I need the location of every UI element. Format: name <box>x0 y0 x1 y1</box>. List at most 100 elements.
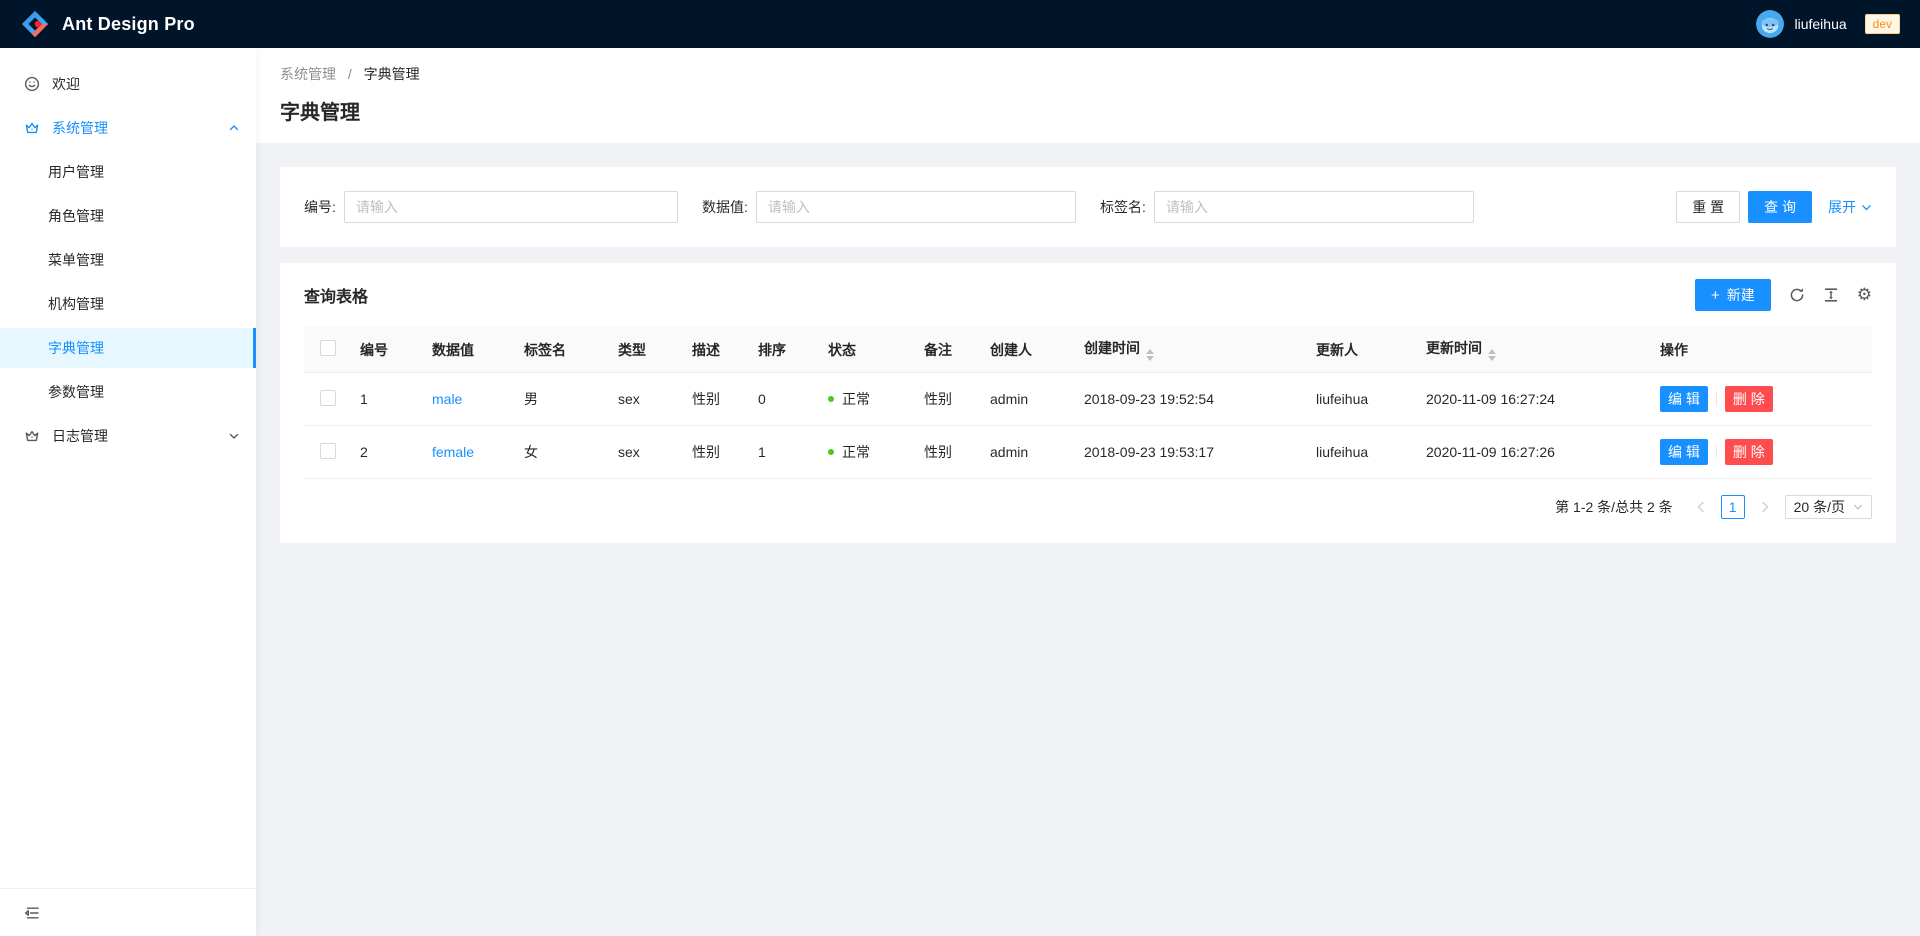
next-page-icon[interactable] <box>1753 495 1777 519</box>
page-number[interactable]: 1 <box>1721 495 1745 519</box>
field-label: 标签名: <box>1100 197 1146 217</box>
cell-creator: admin <box>982 426 1076 479</box>
density-icon[interactable] <box>1823 287 1839 303</box>
table-title: 查询表格 <box>304 283 368 307</box>
page-size-select[interactable]: 20 条/页 <box>1785 495 1872 519</box>
user-name[interactable]: liufeihua <box>1794 16 1846 32</box>
breadcrumb-parent[interactable]: 系统管理 <box>280 66 336 82</box>
cell-desc: 性别 <box>684 426 750 479</box>
field-label: 数据值: <box>702 197 748 217</box>
page-title: 字典管理 <box>280 96 1896 125</box>
status-badge: 正常 <box>828 442 870 462</box>
new-button[interactable]: + 新建 <box>1695 279 1771 311</box>
id-input[interactable] <box>344 191 678 223</box>
sidebar-item-dict-management[interactable]: 字典管理 <box>0 328 256 368</box>
crown-icon <box>24 428 40 444</box>
cell-create-time: 2018-09-23 19:52:54 <box>1076 373 1308 426</box>
pagination-total: 第 1-2 条/总共 2 条 <box>1555 497 1672 517</box>
field-label: 编号: <box>304 197 336 217</box>
status-dot-icon <box>828 449 834 455</box>
reload-icon[interactable] <box>1789 287 1805 303</box>
column-header-create-time: 创建时间 <box>1076 327 1308 373</box>
plus-icon: + <box>1711 288 1720 303</box>
delete-button[interactable]: 删 除 <box>1725 439 1773 465</box>
search-actions: 重 置 查 询 展开 <box>1498 191 1872 223</box>
chevron-up-icon <box>228 122 240 134</box>
search-field-value: 数据值: <box>702 191 1100 223</box>
cell-updater: liufeihua <box>1308 373 1418 426</box>
sidebar-item-label: 菜单管理 <box>48 250 104 270</box>
status-dot-icon <box>828 396 834 402</box>
search-field-id: 编号: <box>304 191 702 223</box>
settings-icon[interactable]: ⚙ <box>1857 287 1872 304</box>
column-header-tag: 标签名 <box>516 327 610 373</box>
action-divider <box>1716 392 1717 406</box>
column-header-updater: 更新人 <box>1308 327 1418 373</box>
sidebar-item-label: 字典管理 <box>48 338 104 358</box>
edit-button[interactable]: 编 辑 <box>1660 439 1708 465</box>
chevron-down-icon <box>1861 202 1872 213</box>
prev-page-icon[interactable] <box>1689 495 1713 519</box>
value-link[interactable]: female <box>432 444 474 460</box>
column-header-sort: 排序 <box>750 327 820 373</box>
value-link[interactable]: male <box>432 391 462 407</box>
value-input[interactable] <box>756 191 1076 223</box>
select-all-checkbox[interactable] <box>320 340 336 356</box>
sidebar-item-label: 日志管理 <box>52 426 108 446</box>
sidebar-item-system-management[interactable]: 系统管理 <box>0 108 256 148</box>
cell-id: 1 <box>352 373 424 426</box>
sidebar-item-param-management[interactable]: 参数管理 <box>0 372 256 412</box>
ant-design-logo-icon <box>20 9 50 39</box>
sidebar-item-welcome[interactable]: 欢迎 <box>0 64 256 104</box>
content-body: 编号: 数据值: 标签名: 重 置 查 询 展开 <box>256 143 1920 567</box>
header-user-area[interactable]: liufeihua dev <box>1756 10 1900 38</box>
column-header-status: 状态 <box>820 327 916 373</box>
column-header-desc: 描述 <box>684 327 750 373</box>
column-header-remark: 备注 <box>916 327 982 373</box>
main-content: 系统管理 / 字典管理 字典管理 编号: 数据值: 标签名: <box>256 0 1920 567</box>
menu-collapse-icon[interactable] <box>24 905 40 921</box>
status-label: 正常 <box>842 389 870 409</box>
query-button[interactable]: 查 询 <box>1748 191 1812 223</box>
logo-area[interactable]: Ant Design Pro <box>20 9 195 39</box>
tag-input[interactable] <box>1154 191 1474 223</box>
row-checkbox[interactable] <box>320 443 336 459</box>
column-header-type: 类型 <box>610 327 684 373</box>
sidebar-item-log-management[interactable]: 日志管理 <box>0 416 256 456</box>
user-avatar[interactable] <box>1756 10 1784 38</box>
cell-tag: 女 <box>516 426 610 479</box>
row-checkbox[interactable] <box>320 390 336 406</box>
action-divider <box>1716 445 1717 459</box>
table-card: 查询表格 + 新建 <box>280 263 1896 543</box>
delete-button[interactable]: 删 除 <box>1725 386 1773 412</box>
search-card: 编号: 数据值: 标签名: 重 置 查 询 展开 <box>280 167 1896 247</box>
chevron-down-icon <box>1853 502 1863 512</box>
cell-updater: liufeihua <box>1308 426 1418 479</box>
edit-button[interactable]: 编 辑 <box>1660 386 1708 412</box>
column-header-id: 编号 <box>352 327 424 373</box>
expand-toggle[interactable]: 展开 <box>1828 197 1872 217</box>
chevron-down-icon <box>228 430 240 442</box>
status-label: 正常 <box>842 442 870 462</box>
cell-type: sex <box>610 426 684 479</box>
toolbar-actions: + 新建 <box>1695 279 1872 311</box>
sidebar-item-role-management[interactable]: 角色管理 <box>0 196 256 236</box>
sidebar-item-menu-management[interactable]: 菜单管理 <box>0 240 256 280</box>
table-row: 1 male 男 sex 性别 0 正常 性别 admin 2018-09-23… <box>304 373 1872 426</box>
sidebar: 欢迎 系统管理 用户管理 角色管理 菜单管理 机构管理 <box>0 48 256 936</box>
row-actions: 编 辑 删 除 <box>1660 439 1864 465</box>
search-form: 编号: 数据值: 标签名: 重 置 查 询 展开 <box>304 191 1872 223</box>
cell-create-time: 2018-09-23 19:53:17 <box>1076 426 1308 479</box>
sort-icon[interactable] <box>1146 349 1154 361</box>
page-header: 系统管理 / 字典管理 字典管理 <box>256 48 1920 143</box>
sort-icon[interactable] <box>1488 349 1496 361</box>
reset-button[interactable]: 重 置 <box>1676 191 1740 223</box>
smile-icon <box>24 76 40 92</box>
cell-tag: 男 <box>516 373 610 426</box>
cell-remark: 性别 <box>916 373 982 426</box>
sidebar-item-user-management[interactable]: 用户管理 <box>0 152 256 192</box>
sidebar-item-org-management[interactable]: 机构管理 <box>0 284 256 324</box>
sidebar-menu: 欢迎 系统管理 用户管理 角色管理 菜单管理 机构管理 <box>0 48 256 888</box>
breadcrumb-current: 字典管理 <box>364 66 420 82</box>
app-title: Ant Design Pro <box>62 14 195 35</box>
